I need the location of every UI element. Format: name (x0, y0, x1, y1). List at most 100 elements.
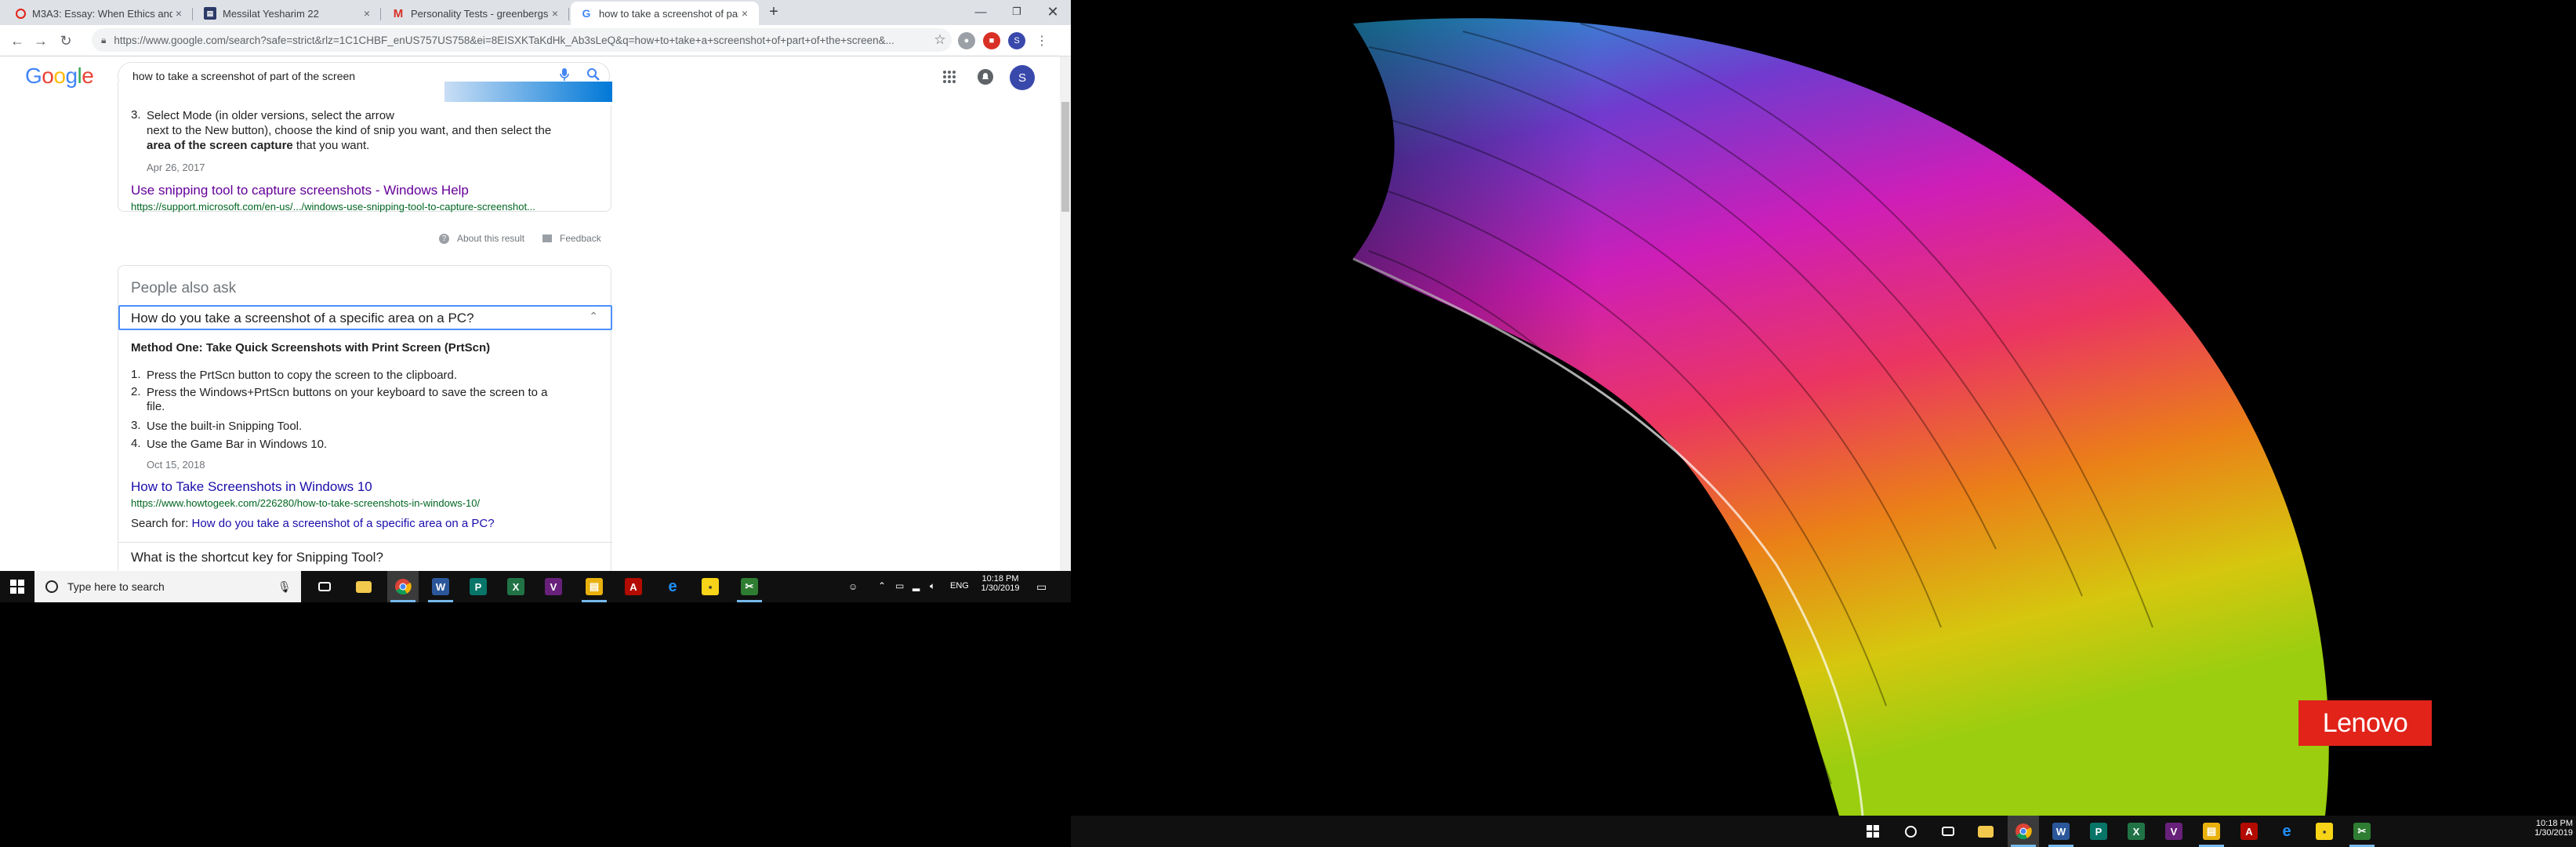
forward-button[interactable]: → (31, 31, 50, 50)
clock-time: 10:18 PM (2535, 819, 2573, 828)
list-item-text: area of the screen capture that you want… (147, 139, 370, 152)
chevron-up-icon[interactable]: ⌃ (878, 580, 886, 591)
excel-icon[interactable]: X (500, 571, 532, 602)
feather-image (1071, 0, 2576, 816)
list-item-text: Use the built-in Snipping Tool. (147, 420, 303, 433)
edge-icon[interactable]: e (2271, 816, 2302, 847)
search-for-link[interactable]: How do you take a screenshot of a specif… (192, 517, 495, 530)
close-icon[interactable]: × (172, 7, 185, 20)
snippet-image[interactable] (444, 82, 612, 105)
tab-personality[interactable]: M Personality Tests - greenbergsh@ × (383, 2, 569, 25)
close-icon[interactable]: × (361, 7, 373, 20)
paa-question-text: How do you take a screenshot of a specif… (131, 311, 474, 325)
visual-studio-icon[interactable]: V (2158, 816, 2190, 847)
publisher-icon[interactable]: P (463, 571, 494, 602)
network-icon[interactable]: ▂ (912, 580, 920, 591)
acrobat-icon[interactable]: A (2233, 816, 2265, 847)
snipping-tool-icon[interactable]: ✂ (2346, 816, 2378, 847)
word-icon[interactable]: W (425, 571, 456, 602)
paa-question-expanded[interactable]: How do you take a screenshot of a specif… (118, 305, 612, 330)
result-url[interactable]: https://support.microsoft.com/en-us/.../… (131, 201, 535, 213)
snipping-tool-icon[interactable]: ✂ (734, 571, 765, 602)
profile-avatar[interactable]: S (1008, 32, 1025, 49)
omnibox[interactable]: 🔒︎ https://www.google.com/search?safe=st… (92, 28, 952, 52)
tab-messilat[interactable]: ▤ Messilat Yesharim 22 × (194, 2, 381, 25)
paa-question-text[interactable]: What is the shortcut key for Snipping To… (131, 550, 383, 565)
volume-icon[interactable]: 🔈︎ (930, 580, 935, 592)
chrome-icon[interactable] (2008, 816, 2039, 847)
people-icon[interactable]: ☺ (848, 581, 858, 592)
tab-title: Personality Tests - greenbergsh@ (411, 7, 549, 20)
gmail-icon: M (393, 6, 404, 20)
list-item-text: next to the New button), choose the kind… (147, 124, 552, 137)
taskbar-search-box[interactable]: Type here to search 🎙︎ (34, 571, 301, 602)
close-icon[interactable]: × (549, 7, 561, 20)
taskbar-secondary: W P X V ▤ A e ▪ ✂ 10:18 PM 1/30/2019 (1071, 816, 2576, 847)
start-button[interactable] (2, 571, 33, 602)
battery-icon[interactable]: ▭ (895, 580, 904, 591)
sticky-notes-icon[interactable]: ▪ (695, 571, 726, 602)
acrobat-icon[interactable]: A (618, 571, 649, 602)
restore-button[interactable]: ❐ (999, 0, 1035, 24)
task-view-icon[interactable] (309, 571, 340, 602)
result-link[interactable]: How to Take Screenshots in Windows 10 (131, 479, 372, 495)
url-text[interactable]: https://www.google.com/search?safe=stric… (114, 35, 928, 46)
sticky-app-icon[interactable]: ▤ (579, 571, 610, 602)
sticky-notes-icon[interactable]: ▪ (2309, 816, 2340, 847)
task-view-icon[interactable] (1932, 816, 1964, 847)
clock-date: 1/30/2019 (981, 583, 1020, 593)
featured-snippet-card: 3. Select Mode (in older versions, selec… (118, 82, 612, 213)
clock[interactable]: 10:18 PM 1/30/2019 (2521, 819, 2573, 838)
publisher-icon[interactable]: P (2083, 816, 2114, 847)
result-url[interactable]: https://www.howtogeek.com/226280/how-to-… (131, 497, 480, 509)
cortana-icon[interactable] (1895, 816, 1926, 847)
minimize-button[interactable]: — (963, 0, 999, 24)
chevron-up-icon[interactable]: ⌃ (589, 310, 598, 323)
mic-icon[interactable]: 🎙︎ (278, 580, 301, 594)
tab-google-search[interactable]: G how to take a screenshot of part × (571, 2, 759, 25)
people-also-ask-card: People also ask How do you take a screen… (118, 265, 612, 571)
list-number: 3. (131, 108, 141, 122)
start-button[interactable] (1857, 816, 1888, 847)
reload-button[interactable]: ↻ (56, 31, 75, 50)
chrome-icon[interactable] (387, 571, 419, 602)
feedback-label: Feedback (560, 233, 601, 244)
file-explorer-icon[interactable] (1970, 816, 2001, 847)
list-item-text: file. (147, 400, 165, 413)
apps-grid-icon[interactable] (939, 67, 960, 87)
edge-icon[interactable]: e (657, 571, 688, 602)
clock[interactable]: 10:18 PM 1/30/2019 (977, 574, 1024, 593)
back-button[interactable]: ← (8, 31, 27, 50)
answer-title: Method One: Take Quick Screenshots with … (131, 341, 491, 354)
search-for-line: Search for: How do you take a screenshot… (131, 517, 495, 530)
file-explorer-icon[interactable] (348, 571, 379, 602)
search-query-text[interactable]: how to take a screenshot of part of the … (132, 70, 551, 82)
menu-icon[interactable]: ⋮ (1033, 32, 1050, 49)
new-tab-button[interactable]: + (762, 0, 785, 24)
bookmark-star-icon[interactable]: ☆ (928, 32, 952, 48)
feedback-link[interactable]: Feedback (542, 233, 601, 244)
taskbar-primary: Type here to search 🎙︎ W P X V ▤ A e ▪ ✂… (0, 571, 1071, 602)
lock-icon: 🔒︎ (101, 34, 107, 45)
language-indicator[interactable]: ENG (950, 581, 969, 591)
excel-icon[interactable]: X (2121, 816, 2152, 847)
sticky-app-icon[interactable]: ▤ (2196, 816, 2227, 847)
google-logo[interactable]: Google (25, 64, 94, 89)
notifications-bell-icon[interactable] (975, 67, 996, 87)
extension-icon[interactable]: ● (958, 32, 975, 49)
divider (118, 542, 612, 543)
action-center-icon[interactable]: ▭ (1036, 580, 1047, 594)
result-link[interactable]: Use snipping tool to capture screenshots… (131, 183, 469, 198)
close-icon[interactable]: × (738, 7, 751, 20)
visual-studio-icon[interactable]: V (538, 571, 569, 602)
account-avatar[interactable]: S (1010, 65, 1035, 90)
word-icon[interactable]: W (2045, 816, 2077, 847)
list-number: 3. (131, 419, 141, 432)
about-this-result[interactable]: ? About this result (439, 233, 524, 244)
close-window-button[interactable]: ✕ (1035, 0, 1071, 24)
scrollbar-thumb[interactable] (1061, 102, 1069, 212)
tab-essay[interactable]: M3A3: Essay: When Ethics and Fi × (6, 2, 193, 25)
list-item-text: Select Mode (in older versions, select t… (147, 109, 394, 122)
extension-badge-icon[interactable]: ■ (983, 32, 1000, 49)
